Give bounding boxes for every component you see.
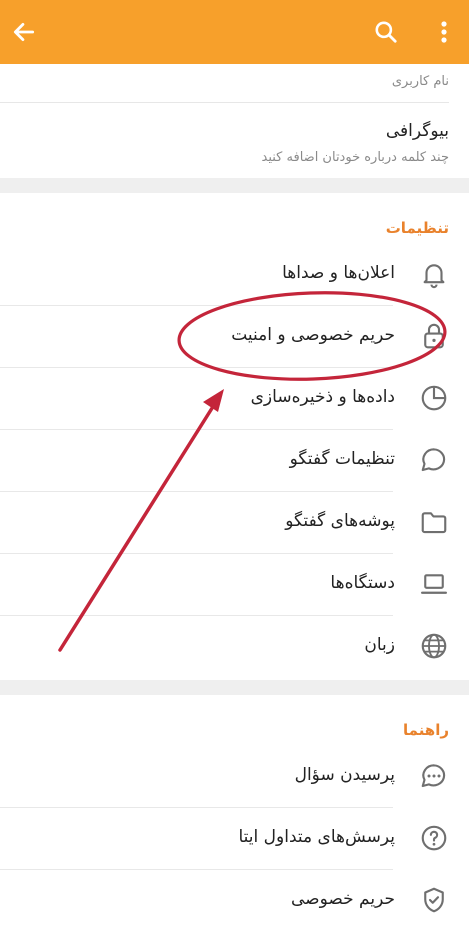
settings-item-chat-settings[interactable]: تنظیمات گفتگو xyxy=(0,430,469,492)
settings-item-notifications[interactable]: اعلان‌ها و صداها xyxy=(0,244,469,306)
profile-card: نام کاربری بیوگرافی چند کلمه درباره خودت… xyxy=(0,64,469,178)
arrow-left-icon xyxy=(13,23,35,41)
help-item-faq[interactable]: پرسش‌های متداول ایتا xyxy=(0,808,469,870)
settings-section: تنظیمات اعلان‌ها و صداها حریم خصوصی و ام… xyxy=(0,193,469,680)
settings-item-data-storage[interactable]: داده‌ها و ذخیره‌سازی xyxy=(0,368,469,430)
section-gap xyxy=(0,680,469,695)
settings-item-label: زبان xyxy=(364,635,395,655)
settings-heading: تنظیمات xyxy=(385,219,449,237)
back-button[interactable] xyxy=(6,14,42,50)
chat-bubble-icon xyxy=(421,448,446,472)
settings-item-privacy-security[interactable]: حریم خصوصی و امنیت xyxy=(0,306,469,368)
help-heading: راهنما xyxy=(403,721,449,739)
lock-icon xyxy=(424,323,444,349)
settings-item-label: داده‌ها و ذخیره‌سازی xyxy=(250,387,395,407)
username-subtitle: نام کاربری xyxy=(391,74,449,89)
laptop-icon xyxy=(421,574,447,594)
settings-item-label: حریم خصوصی و امنیت xyxy=(231,325,395,345)
help-item-ask-question[interactable]: پرسیدن سؤال xyxy=(0,746,469,808)
section-gap xyxy=(0,178,469,193)
help-item-label: پرسش‌های متداول ایتا xyxy=(238,827,396,847)
settings-item-language[interactable]: زبان xyxy=(0,616,469,678)
help-item-privacy[interactable]: حریم خصوصی xyxy=(0,870,469,932)
shield-check-icon xyxy=(424,887,444,913)
help-item-label: حریم خصوصی xyxy=(291,889,395,909)
bio-row[interactable]: بیوگرافی چند کلمه درباره خودتان اضافه کن… xyxy=(0,103,469,178)
help-item-label: پرسیدن سؤال xyxy=(294,765,395,785)
bio-title: بیوگرافی xyxy=(385,121,449,141)
settings-item-label: تنظیمات گفتگو xyxy=(289,449,395,469)
help-section: راهنما پرسیدن سؤال پرسش‌های متداول ایتا … xyxy=(0,695,469,931)
globe-icon xyxy=(421,633,447,659)
settings-item-label: دستگاه‌ها xyxy=(330,573,395,593)
bell-icon xyxy=(423,264,445,289)
search-icon xyxy=(375,21,397,43)
search-button[interactable] xyxy=(368,14,404,50)
settings-item-label: اعلان‌ها و صداها xyxy=(282,263,395,283)
folder-icon xyxy=(421,512,447,534)
bio-subtitle: چند کلمه درباره خودتان اضافه کنید xyxy=(261,150,449,165)
app-bar xyxy=(0,0,469,64)
more-options-button[interactable] xyxy=(426,14,462,50)
settings-item-chat-folders[interactable]: پوشه‌های گفتگو xyxy=(0,492,469,554)
question-circle-icon xyxy=(421,825,447,851)
settings-item-devices[interactable]: دستگاه‌ها xyxy=(0,554,469,616)
settings-item-label: پوشه‌های گفتگو xyxy=(285,511,395,531)
more-vertical-icon xyxy=(441,21,447,43)
chat-dots-icon xyxy=(421,764,446,788)
pie-chart-icon xyxy=(421,385,447,411)
